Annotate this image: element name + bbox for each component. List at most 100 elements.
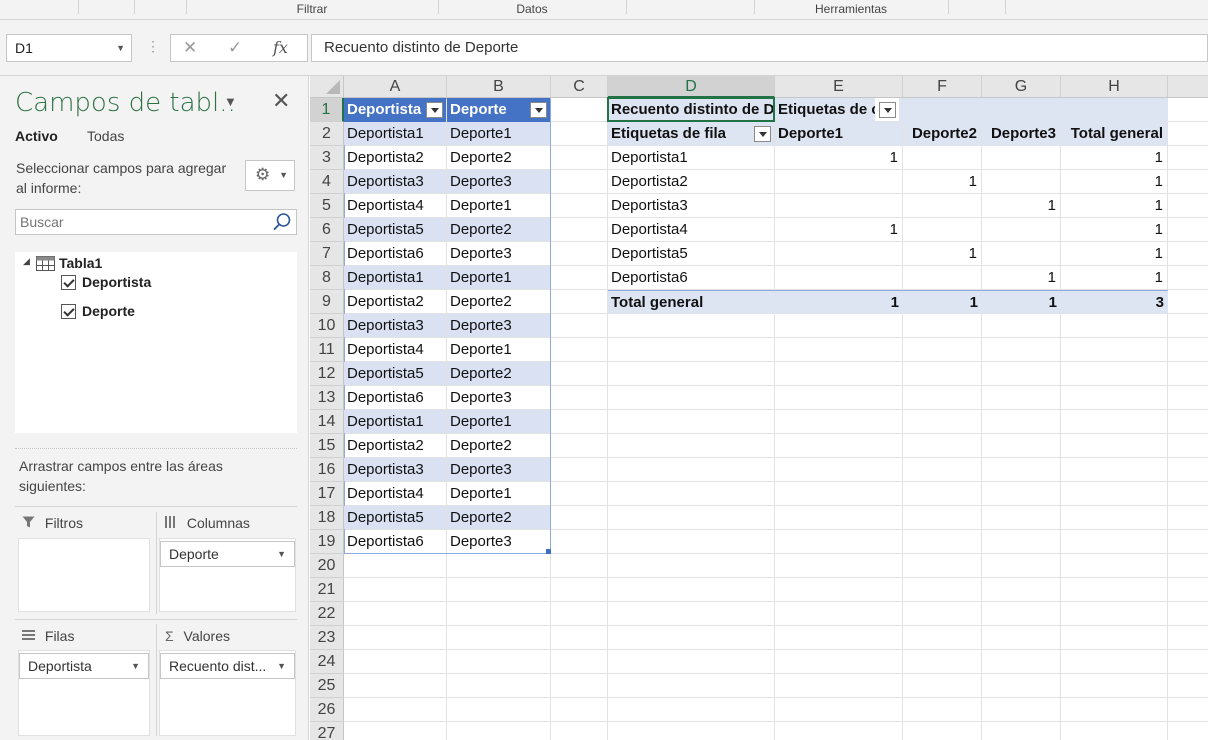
row-header-27[interactable]: 27 [310, 722, 344, 740]
row-header-23[interactable]: 23 [310, 626, 344, 650]
rows-field-chip[interactable]: Deportista ▼ [19, 653, 149, 679]
pivot-row-label[interactable]: Deportista1 [608, 146, 774, 170]
table-cell[interactable]: Deporte2 [447, 506, 550, 529]
row-header-5[interactable]: 5 [310, 194, 344, 218]
pivot-value-cell[interactable]: 1 [903, 170, 981, 194]
table-cell[interactable]: Deportista5 [344, 506, 446, 529]
pivot-value-cell[interactable]: 1 [982, 194, 1060, 218]
filter-dropdown-icon[interactable] [426, 102, 443, 118]
pivot-value-cell[interactable] [982, 218, 1060, 242]
column-header-overflow[interactable] [1168, 76, 1208, 98]
values-field-chip[interactable]: Recuento dist... ▼ [160, 653, 295, 679]
filter-dropdown-icon[interactable] [879, 102, 896, 118]
table-cell[interactable]: Deportista6 [344, 530, 446, 553]
worksheet-grid[interactable]: ABCDEFGH 1 2 3 4 5 6 7 8 9 10 11 12 13 14 15 16 17 18 19 20… [310, 76, 1208, 740]
table-cell[interactable]: Deporte3 [447, 386, 550, 409]
row-header-1[interactable]: 1 [310, 98, 344, 122]
row-header-15[interactable]: 15 [310, 434, 344, 458]
row-header-9[interactable]: 9 [310, 290, 344, 314]
pivot-value-cell[interactable]: 1 [1061, 242, 1167, 266]
pivot-value-cell[interactable] [903, 194, 981, 218]
table-cell[interactable]: Deportista6 [344, 386, 446, 409]
chevron-down-icon[interactable]: ▼ [277, 542, 286, 566]
table-cell[interactable]: Deporte2 [447, 218, 550, 241]
table-cell[interactable]: Deportista1 [344, 266, 446, 289]
filter-dropdown-icon[interactable] [530, 102, 547, 118]
table-cell[interactable]: Deportista3 [344, 458, 446, 481]
table-cell[interactable]: Deportista1 [344, 122, 446, 145]
pivot-value-cell[interactable] [775, 194, 902, 218]
table-cell[interactable]: Deporte1 [447, 482, 550, 505]
column-header-a[interactable]: A [344, 76, 447, 98]
table-cell[interactable]: Deporte3 [447, 242, 550, 265]
table-cell[interactable]: Deporte1 [447, 266, 550, 289]
pivot-column-item[interactable]: Deporte1 [775, 122, 902, 146]
pivot-value-cell[interactable] [982, 170, 1060, 194]
pivot-value-cell[interactable]: 1 [1061, 170, 1167, 194]
pivot-column-item[interactable]: Deporte2 [903, 122, 981, 146]
pivot-value-cell[interactable]: 1 [903, 242, 981, 266]
chevron-down-icon[interactable]: ▼ [224, 94, 237, 109]
pivot-row-label[interactable]: Deportista4 [608, 218, 774, 242]
pivot-value-cell[interactable]: 1 [982, 266, 1060, 290]
table-cell[interactable]: Deporte1 [447, 122, 550, 145]
insert-function-icon[interactable]: fx [273, 38, 288, 57]
select-all-corner[interactable] [310, 76, 344, 98]
pivot-value-cell[interactable] [775, 170, 902, 194]
table-cell[interactable]: Deportista6 [344, 242, 446, 265]
pivot-row-label[interactable]: Deportista6 [608, 266, 774, 290]
table-cell[interactable]: Deportista4 [344, 338, 446, 361]
row-header-16[interactable]: 16 [310, 458, 344, 482]
pivot-row-label[interactable]: Deportista2 [608, 170, 774, 194]
row-header-24[interactable]: 24 [310, 650, 344, 674]
pivot-value-cell[interactable] [903, 266, 981, 290]
pivot-value-cell[interactable]: 1 [1061, 194, 1167, 218]
row-header-13[interactable]: 13 [310, 386, 344, 410]
tab-todas[interactable]: Todas [87, 128, 124, 144]
pivot-grand-total-value[interactable]: 1 [982, 290, 1061, 314]
column-header-c[interactable]: C [551, 76, 608, 98]
pivot-value-cell[interactable]: 1 [1061, 266, 1167, 290]
table-cell[interactable]: Deporte3 [447, 530, 550, 553]
enter-icon[interactable]: ✓ [228, 38, 242, 58]
row-header-6[interactable]: 6 [310, 218, 344, 242]
filter-dropdown-icon[interactable] [754, 126, 771, 142]
drag-handle-icon[interactable]: ⋮ [146, 38, 160, 55]
pivot-value-cell[interactable]: 1 [775, 146, 902, 170]
column-header-f[interactable]: F [903, 76, 982, 98]
cancel-icon[interactable]: ✕ [183, 38, 197, 58]
row-header-18[interactable]: 18 [310, 506, 344, 530]
pivot-value-cell[interactable]: 1 [1061, 218, 1167, 242]
chevron-down-icon[interactable]: ▼ [116, 35, 125, 61]
pivot-value-cell[interactable] [775, 242, 902, 266]
row-header-26[interactable]: 26 [310, 698, 344, 722]
row-header-3[interactable]: 3 [310, 146, 344, 170]
pivot-value-cell[interactable] [903, 218, 981, 242]
pivot-grand-total-value[interactable]: 1 [775, 290, 903, 314]
search-icon[interactable] [272, 212, 292, 237]
area-filters-drop[interactable] [18, 538, 150, 612]
name-box[interactable]: D1 ▼ [6, 34, 132, 62]
pivot-grand-total-value[interactable]: 1 [903, 290, 982, 314]
row-header-25[interactable]: 25 [310, 674, 344, 698]
tools-button[interactable]: ⚙ ▼ [245, 160, 295, 191]
table-cell[interactable]: Deporte2 [447, 290, 550, 313]
row-header-12[interactable]: 12 [310, 362, 344, 386]
pivot-grand-total-value[interactable]: 3 [1061, 290, 1168, 314]
table-cell[interactable]: Deporte3 [447, 314, 550, 337]
table-cell[interactable]: Deporte2 [447, 146, 550, 169]
table-cell[interactable]: Deporte1 [447, 410, 550, 433]
table-cell[interactable]: Deportista3 [344, 170, 446, 193]
pivot-column-item[interactable]: Total general [1061, 122, 1167, 146]
pivot-value-cell[interactable]: 1 [775, 218, 902, 242]
row-header-21[interactable]: 21 [310, 578, 344, 602]
pivot-value-cell[interactable] [903, 146, 981, 170]
row-header-10[interactable]: 10 [310, 314, 344, 338]
table-cell[interactable]: Deporte2 [447, 362, 550, 385]
column-header-d[interactable]: D [608, 76, 775, 98]
pivot-column-labels-caption[interactable]: Etiquetas de columna [775, 98, 875, 122]
table-cell[interactable]: Deportista5 [344, 218, 446, 241]
table-cell[interactable]: Deporte1 [447, 338, 550, 361]
row-header-19[interactable]: 19 [310, 530, 344, 554]
search-input[interactable] [18, 210, 258, 234]
